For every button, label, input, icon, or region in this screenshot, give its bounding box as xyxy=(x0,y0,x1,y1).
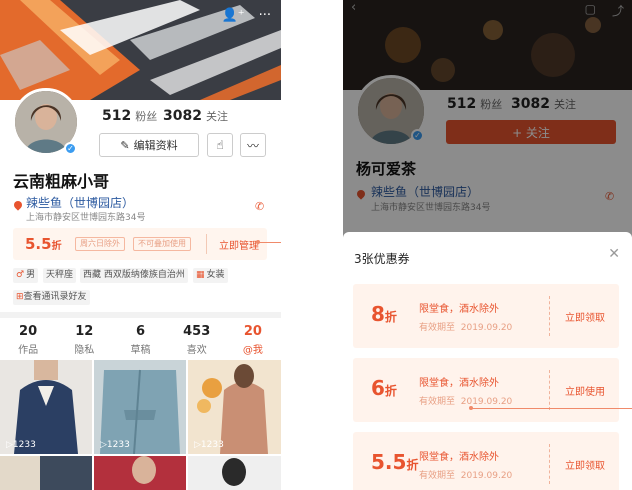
coupon-valid: 有效期至 2019.09.20 xyxy=(419,471,513,481)
callout-line xyxy=(471,408,632,409)
divider xyxy=(206,234,207,254)
video-thumbnail[interactable]: ▷1233 xyxy=(188,360,281,454)
video-thumbnail[interactable] xyxy=(188,456,281,490)
screenshot-stage: 👤⁺ ··· ✓ 512 粉丝 3082 关注 ✎ 编辑资料 ☝ 〰 云南粗麻小哥 xyxy=(0,0,632,490)
coupon-card: 8折 限堂食，酒水除外 有效期至 2019.09.20 立即领取 xyxy=(353,284,619,348)
coupon-tag: 不可叠加使用 xyxy=(133,237,191,251)
section-divider xyxy=(0,312,281,318)
play-count: ▷1233 xyxy=(194,440,224,450)
claim-coupon-button[interactable]: 立即领取 xyxy=(565,457,605,472)
callout-line xyxy=(258,242,281,243)
play-count: ▷1233 xyxy=(6,440,36,450)
trend-icon: 〰 xyxy=(246,138,259,153)
fans-count: 512 xyxy=(102,108,132,124)
manage-coupon-button[interactable]: 立即管理 xyxy=(219,237,259,252)
close-icon[interactable]: ✕ xyxy=(608,246,620,262)
video-thumbnail[interactable]: ▷1233 xyxy=(94,360,186,454)
add-friend-icon[interactable]: 👤⁺ xyxy=(222,8,245,23)
coupon-discount: 8折 xyxy=(371,302,397,326)
phone-icon[interactable]: ✆ xyxy=(255,200,264,213)
gender-chip: ♂ 男 xyxy=(13,268,39,283)
coupon-tag: 周六日除外 xyxy=(75,237,125,251)
cover-image: 👤⁺ ··· xyxy=(0,0,281,100)
dashed-divider xyxy=(549,370,550,410)
contacts-icon: ⊞ xyxy=(16,292,24,302)
edit-icon: ✎ xyxy=(120,138,130,152)
contacts-chip[interactable]: ⊞查看通讯录好友 xyxy=(13,290,90,305)
follow-stat[interactable]: 3082 关注 xyxy=(163,108,228,124)
coupon-desc: 限堂食，酒水除外 xyxy=(419,304,499,315)
zodiac-chip: 天秤座 xyxy=(43,268,77,283)
location-pin-icon xyxy=(12,199,24,211)
edit-profile-button[interactable]: ✎ 编辑资料 xyxy=(99,133,199,157)
tab-mentions[interactable]: 20 @我 xyxy=(225,320,281,360)
dashed-divider xyxy=(549,296,550,336)
coupon-card: 6折 限堂食，酒水除外 有效期至 2019.09.20 立即使用 xyxy=(353,358,619,422)
coupon-desc: 限堂食，酒水除外 xyxy=(419,452,499,463)
category-chip: ▦ 女装 xyxy=(193,268,228,283)
coupon-sheet: 3张优惠券 ✕ 8折 限堂食，酒水除外 有效期至 2019.09.20 立即领取… xyxy=(343,232,632,490)
top-icons: 👤⁺ ··· xyxy=(222,8,271,23)
video-thumbnail[interactable]: ▷1233 xyxy=(0,360,92,454)
profile-tabs: 20 作品 12 隐私 6 草稿 453 喜欢 20 @我 xyxy=(0,320,281,360)
follow-count: 3082 xyxy=(163,108,202,124)
region-chip: 西藏 西双版纳傣族自治州 xyxy=(80,268,188,283)
fans-label: 粉丝 xyxy=(135,110,158,123)
edit-profile-label: 编辑资料 xyxy=(133,139,178,152)
tab-likes[interactable]: 453 喜欢 xyxy=(169,320,225,360)
tab-works[interactable]: 20 作品 xyxy=(0,320,56,360)
more-icon[interactable]: ··· xyxy=(259,8,271,23)
coupon-bar[interactable]: 5.5折 周六日除外 不可叠加使用 立即管理 xyxy=(13,228,267,260)
play-count: ▷1233 xyxy=(100,440,130,450)
coupon-valid: 有效期至 2019.09.20 xyxy=(419,323,513,333)
claim-coupon-button[interactable]: 立即领取 xyxy=(565,309,605,324)
coupon-discount: 6折 xyxy=(371,376,397,400)
dashed-divider xyxy=(549,444,550,484)
use-coupon-button[interactable]: 立即使用 xyxy=(565,383,605,398)
fans-stat[interactable]: 512 粉丝 xyxy=(102,108,157,124)
video-thumbnail[interactable] xyxy=(94,456,186,490)
video-grid: ▷1233 ▷1233 ▷1233 xyxy=(0,360,281,490)
coupon-valid: 有效期至 2019.09.20 xyxy=(419,397,513,407)
shop-name-link[interactable]: 辣些鱼（世博园店） xyxy=(26,194,134,211)
other-profile-screen: ‹ ▢ ⤴ ✓ 512 粉丝 3082 关注 + 关注 杨可爱茶 辣些鱼（世博园店）… xyxy=(343,0,632,490)
tab-private[interactable]: 12 隐私 xyxy=(56,320,112,360)
coupon-discount: 5.5折 xyxy=(25,235,62,253)
coupon-desc: 限堂食，酒水除外 xyxy=(419,378,499,389)
video-thumbnail[interactable] xyxy=(0,456,92,490)
tab-drafts[interactable]: 6 草稿 xyxy=(112,320,168,360)
grid-icon: ▦ xyxy=(196,270,205,280)
own-profile-screen: 👤⁺ ··· ✓ 512 粉丝 3082 关注 ✎ 编辑资料 ☝ 〰 云南粗麻小哥 xyxy=(0,0,281,490)
trend-button[interactable]: 〰 xyxy=(240,133,266,157)
verified-badge-icon: ✓ xyxy=(64,142,77,155)
shop-address: 上海市静安区世博园东路34号 xyxy=(26,213,146,223)
hand-button[interactable]: ☝ xyxy=(207,133,233,157)
male-icon: ♂ xyxy=(16,270,25,280)
hand-icon: ☝ xyxy=(216,138,224,152)
coupon-card: 5.5折 限堂食，酒水除外 有效期至 2019.09.20 立即领取 xyxy=(353,432,619,490)
username: 云南粗麻小哥 xyxy=(13,172,110,191)
sheet-title: 3张优惠券 xyxy=(354,252,410,266)
follow-label: 关注 xyxy=(205,110,228,123)
coupon-discount: 5.5折 xyxy=(371,450,419,474)
